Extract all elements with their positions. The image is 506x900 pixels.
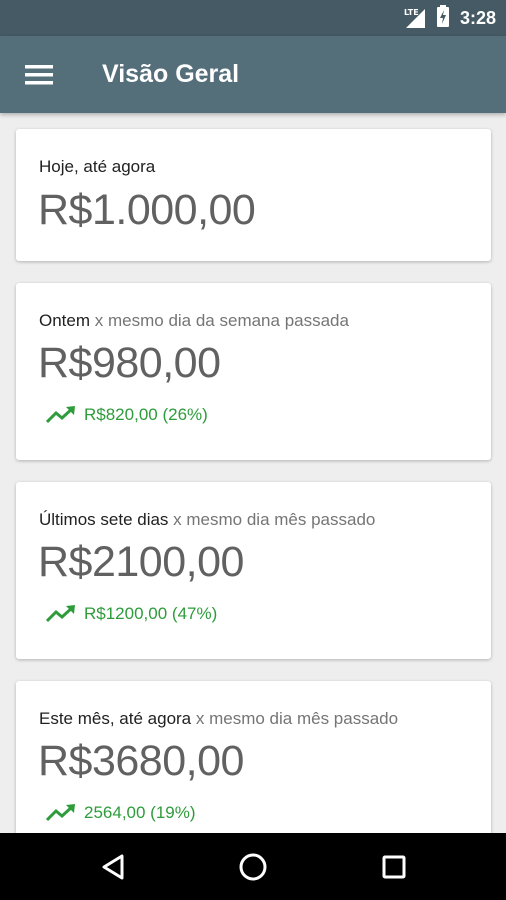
lte-signal-icon: LTE xyxy=(404,7,426,29)
trend-value: R$820,00 (26%) xyxy=(84,405,208,424)
card-label: Este mês, até agora x mesmo dia mês pass… xyxy=(39,709,398,729)
recents-square-icon xyxy=(382,855,406,879)
clock-time: 3:28 xyxy=(459,7,496,28)
card-value: R$3680,00 xyxy=(38,737,244,785)
card-label: Hoje, até agora xyxy=(39,157,155,177)
card-label: Ontem x mesmo dia da semana passada xyxy=(39,311,349,331)
card-label: Últimos sete dias x mesmo dia mês passad… xyxy=(39,510,375,530)
status-icons: LTE 3:28 xyxy=(404,0,496,36)
card-period-label: Ontem xyxy=(39,311,91,330)
trending-up-icon xyxy=(46,605,75,623)
trending-up-icon xyxy=(46,406,75,424)
card-value: R$1.000,00 xyxy=(38,186,256,234)
card-value: R$980,00 xyxy=(38,339,221,387)
trend-row: R$1200,00 (47%) xyxy=(46,604,217,624)
home-button[interactable] xyxy=(233,847,273,887)
system-nav-bar xyxy=(0,833,506,900)
trend-row: R$820,00 (26%) xyxy=(46,405,208,425)
card-last-seven-days[interactable]: Últimos sete dias x mesmo dia mês passad… xyxy=(16,482,491,659)
hamburger-menu-icon xyxy=(25,65,53,85)
page-title: Visão Geral xyxy=(102,60,240,88)
status-bar: LTE 3:28 xyxy=(0,0,506,36)
card-comparison-label: x mesmo dia da semana passada xyxy=(94,311,349,330)
back-button[interactable] xyxy=(93,847,133,887)
menu-button[interactable] xyxy=(18,54,60,96)
card-comparison-label: x mesmo dia mês passado xyxy=(173,510,376,529)
recents-button[interactable] xyxy=(374,847,414,887)
card-today[interactable]: Hoje, até agora R$1.000,00 xyxy=(16,129,491,261)
card-this-month[interactable]: Este mês, até agora x mesmo dia mês pass… xyxy=(16,681,491,858)
card-period-label: Este mês, até agora xyxy=(39,709,192,728)
card-value: R$2100,00 xyxy=(38,538,244,586)
card-period-label: Últimos sete dias xyxy=(39,510,169,529)
card-comparison-label: x mesmo dia mês passado xyxy=(195,709,399,728)
back-triangle-icon xyxy=(102,854,124,880)
trend-value: 2564,00 (19%) xyxy=(84,803,196,822)
trending-up-icon xyxy=(46,804,75,822)
card-yesterday[interactable]: Ontem x mesmo dia da semana passada R$98… xyxy=(16,283,491,460)
trend-row: 2564,00 (19%) xyxy=(46,803,196,823)
trend-value: R$1200,00 (47%) xyxy=(84,604,218,623)
home-circle-icon xyxy=(239,853,267,881)
battery-charging-icon xyxy=(436,4,450,32)
card-period-label: Hoje, até agora xyxy=(39,157,156,176)
app-toolbar: Visão Geral xyxy=(0,36,506,113)
